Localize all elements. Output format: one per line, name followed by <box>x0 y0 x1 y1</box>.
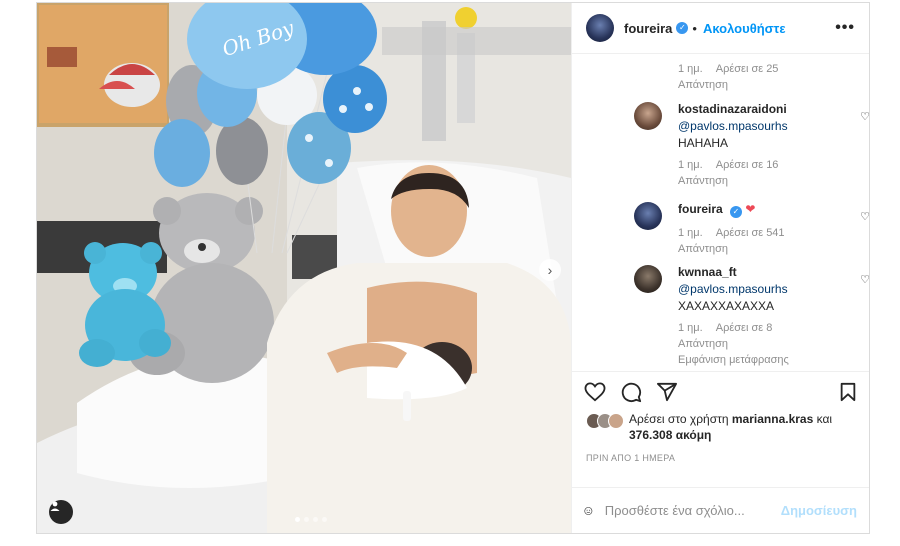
like-heart-icon[interactable] <box>584 381 606 402</box>
comment-item: foureira ✓ ❤ 1 ημ. Αρέσει σε 541 Απάντησ… <box>634 202 869 255</box>
instagram-post: Oh Boy › foureira ✓ • Ακολουθήστε ••• 1 … <box>36 2 870 534</box>
comment-likes[interactable]: Αρέσει σε 541 <box>716 227 785 239</box>
like-comment-heart-icon[interactable]: ♡ <box>860 110 869 123</box>
likes-prefix: Αρέσει στο χρήστη <box>629 412 729 426</box>
emoji-smiley-icon[interactable] <box>584 500 593 522</box>
heart-emoji: ❤ <box>745 202 756 216</box>
user-icon <box>50 501 60 511</box>
comment-time: 1 ημ. <box>678 322 703 334</box>
follow-button[interactable]: Ακολουθήστε <box>703 21 786 36</box>
photo-illustration: Oh Boy <box>37 3 571 533</box>
liker-avatars <box>586 413 624 429</box>
comment-mention[interactable]: @pavlos.mpasourhs <box>678 282 864 296</box>
commenter-avatar[interactable] <box>634 102 662 130</box>
comment-time: 1 ημ. <box>678 63 703 75</box>
post-timestamp[interactable]: ΠΡΙΝ ΑΠΟ 1 ΗΜΕΡΑ <box>572 443 869 463</box>
action-bar <box>572 371 869 411</box>
carousel-dot <box>322 517 327 522</box>
verified-badge-icon: ✓ <box>676 22 689 34</box>
commenter-avatar[interactable] <box>634 202 662 230</box>
save-bookmark-icon[interactable] <box>839 382 857 402</box>
commenter-username[interactable]: kostadinazaraidoni <box>678 102 864 116</box>
more-options-icon[interactable]: ••• <box>835 19 855 37</box>
carousel-dot <box>295 517 300 522</box>
comment-likes[interactable]: Αρέσει σε 8 <box>716 322 773 334</box>
comment-bubble-icon[interactable] <box>620 381 642 403</box>
likes-count[interactable]: 376.308 ακόμη <box>629 428 711 442</box>
liker-avatar <box>608 413 624 429</box>
post-photo[interactable]: Oh Boy › <box>37 3 571 533</box>
comment-text: ΧΑΧΑΧΧΑΧΑΧΧΑ <box>678 299 775 313</box>
verified-badge-icon: ✓ <box>730 206 743 218</box>
comment-mention[interactable]: @pavlos.mpasourhs <box>678 119 864 133</box>
like-comment-heart-icon[interactable]: ♡ <box>860 273 869 286</box>
author-username[interactable]: foureira <box>624 21 672 36</box>
comment-time: 1 ημ. <box>678 227 703 239</box>
carousel-dot <box>304 517 309 522</box>
reply-button[interactable]: Απάντηση <box>678 243 864 255</box>
carousel-dot <box>313 517 318 522</box>
post-footer: Αρέσει στο χρήστη marianna.kras και 376.… <box>572 371 869 533</box>
separator: • <box>692 20 697 36</box>
commenter-username[interactable]: kwnnaa_ft <box>678 265 864 279</box>
comment-item: kwnnaa_ft @pavlos.mpasourhs ΧΑΧΑΧΧΑΧΑΧΧΑ… <box>634 265 869 366</box>
liker-username[interactable]: marianna.kras <box>732 412 813 426</box>
commenter-username[interactable]: foureira <box>678 202 723 216</box>
author-avatar[interactable] <box>586 14 614 42</box>
post-side-panel: foureira ✓ • Ακολουθήστε ••• 1 ημ. Αρέσε… <box>571 3 869 533</box>
comment-text: HAHAHA <box>678 136 729 150</box>
likes-summary: Αρέσει στο χρήστη marianna.kras και 376.… <box>572 411 869 443</box>
tagged-users-button[interactable] <box>49 500 73 524</box>
comment-meta-top: 1 ημ. Αρέσει σε 25 Απάντηση <box>678 63 778 91</box>
comment-time: 1 ημ. <box>678 159 703 171</box>
post-header: foureira ✓ • Ακολουθήστε ••• <box>572 3 869 54</box>
reply-button[interactable]: Απάντηση <box>678 79 778 91</box>
publish-comment-button[interactable]: Δημοσίευση <box>781 503 857 518</box>
reply-button[interactable]: Απάντηση <box>678 175 864 187</box>
comment-item: kostadinazaraidoni @pavlos.mpasourhs HAH… <box>634 102 869 187</box>
carousel-indicator <box>295 517 327 522</box>
likes-and: και <box>816 412 833 426</box>
next-photo-button[interactable]: › <box>539 259 561 281</box>
comment-likes[interactable]: Αρέσει σε 25 <box>716 63 779 75</box>
comment-likes[interactable]: Αρέσει σε 16 <box>716 159 779 171</box>
comments-list[interactable]: 1 ημ. Αρέσει σε 25 Απάντηση kostadinazar… <box>572 54 869 371</box>
share-paper-plane-icon[interactable] <box>656 382 678 402</box>
add-comment-bar: Δημοσίευση <box>572 487 869 533</box>
comment-input[interactable] <box>604 503 781 518</box>
commenter-avatar[interactable] <box>634 265 662 293</box>
like-comment-heart-icon[interactable]: ♡ <box>860 210 869 223</box>
see-translation-link[interactable]: Εμφάνιση μετάφρασης <box>678 354 864 366</box>
reply-button[interactable]: Απάντηση <box>678 338 864 350</box>
